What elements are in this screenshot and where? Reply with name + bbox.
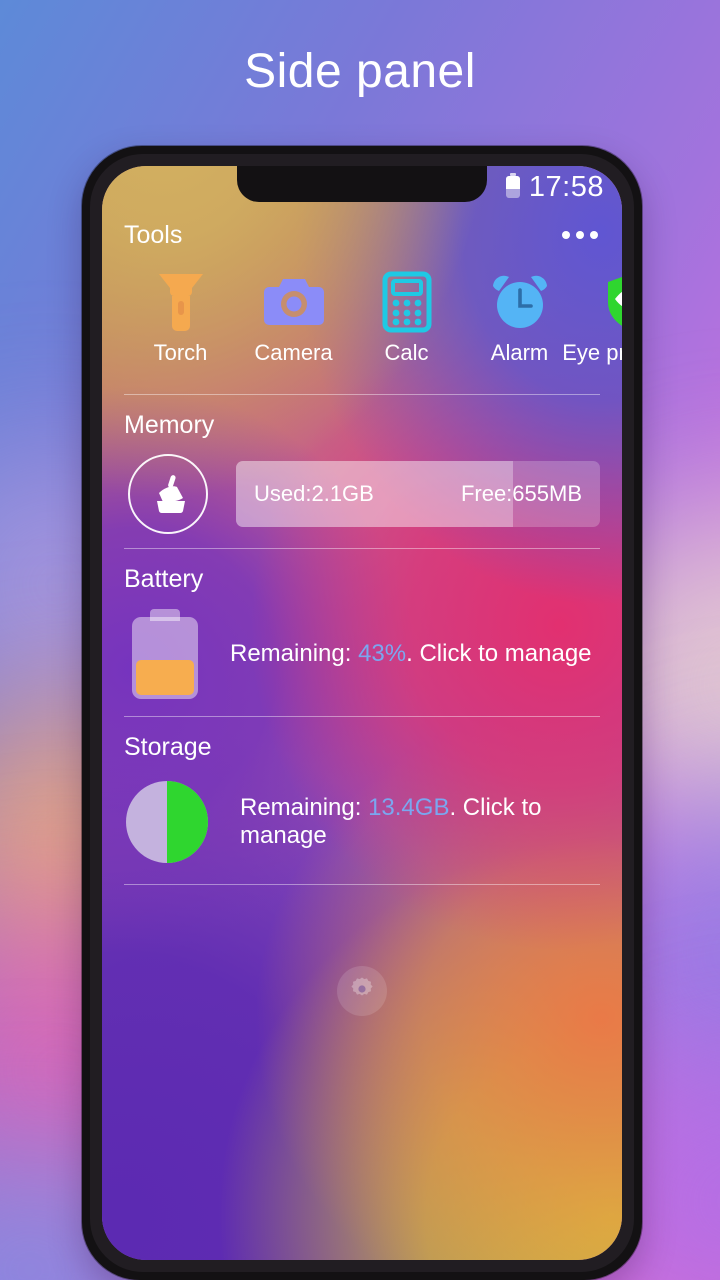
storage-prefix: Remaining:: [240, 794, 369, 821]
memory-bar-labels: Used:2.1GB Free:655MB: [236, 461, 600, 527]
battery-row[interactable]: Remaining: 43%. Click to manage: [124, 604, 600, 704]
alarm-clock-icon: [484, 266, 556, 338]
battery-prefix: Remaining:: [230, 640, 359, 667]
storage-row[interactable]: Remaining: 13.4GB. Click to manage: [124, 772, 600, 872]
settings-button[interactable]: [337, 966, 387, 1016]
memory-used-label: Used:2.1GB: [254, 481, 374, 506]
divider-memory: [124, 548, 600, 549]
memory-section-title: Memory: [124, 411, 215, 439]
gear-icon: [349, 976, 375, 1007]
more-options-icon[interactable]: [560, 225, 600, 245]
promo-title: Side panel: [244, 45, 476, 98]
battery-value: 43%: [358, 640, 407, 667]
tool-item-calc[interactable]: Calc: [350, 266, 463, 382]
battery-body: [132, 617, 198, 699]
camera-icon: [258, 266, 330, 338]
phone-mockup: 17:58 Tools Torch Camera Calc Alarm Eye …: [82, 146, 642, 1280]
divider-storage: [124, 884, 600, 885]
divider-tools: [124, 394, 600, 395]
status-bar-time: 17:58: [528, 170, 604, 203]
eye-protection-icon: [597, 266, 622, 338]
storage-status-text: Remaining: 13.4GB. Click to manage: [240, 794, 600, 850]
storage-value: 13.4GB: [368, 794, 450, 821]
phone-screen: 17:58 Tools Torch Camera Calc Alarm Eye …: [102, 166, 622, 1260]
screenshot-root: Side panel 17:58 Tools Torch Camera Calc…: [0, 0, 720, 1280]
battery-icon: [505, 173, 520, 198]
tool-label: Calc: [384, 340, 429, 365]
tool-item-alarm[interactable]: Alarm: [463, 266, 576, 382]
calculator-icon: [371, 266, 443, 338]
side-panel: Tools Torch Camera Calc Alarm Eye p Memo…: [102, 166, 622, 1260]
tool-item-torch[interactable]: Torch: [124, 266, 237, 382]
memory-usage-bar[interactable]: Used:2.1GB Free:655MB: [236, 461, 600, 527]
tool-label: Camera: [254, 340, 333, 365]
battery-section-title: Battery: [124, 565, 204, 593]
tool-label: Torch: [153, 340, 208, 365]
divider-battery: [124, 716, 600, 717]
battery-level-fill: [136, 659, 194, 695]
memory-free-label: Free:655MB: [460, 481, 582, 506]
tools-section-title: Tools: [124, 220, 183, 249]
storage-free-slice: [167, 781, 208, 863]
battery-status-text: Remaining: 43%. Click to manage: [230, 640, 592, 668]
tool-label: Eye protection: [562, 340, 622, 365]
tool-item-eye-protection[interactable]: Eye protection: [562, 266, 622, 382]
memory-row[interactable]: Used:2.1GB Free:655MB: [124, 452, 600, 536]
status-bar: 17:58: [102, 166, 622, 208]
storage-section-title: Storage: [124, 733, 212, 761]
battery-suffix: . Click to manage: [406, 640, 592, 667]
battery-status-icon: [132, 609, 198, 699]
tool-label: Alarm: [490, 340, 549, 365]
panel-header: Tools: [124, 218, 600, 252]
broom-clean-icon: [128, 454, 208, 534]
storage-pie-icon: [126, 781, 208, 863]
torch-icon: [145, 266, 217, 338]
tool-item-camera[interactable]: Camera: [237, 266, 350, 382]
tools-row: Torch Camera Calc Alarm Eye p: [124, 266, 622, 382]
